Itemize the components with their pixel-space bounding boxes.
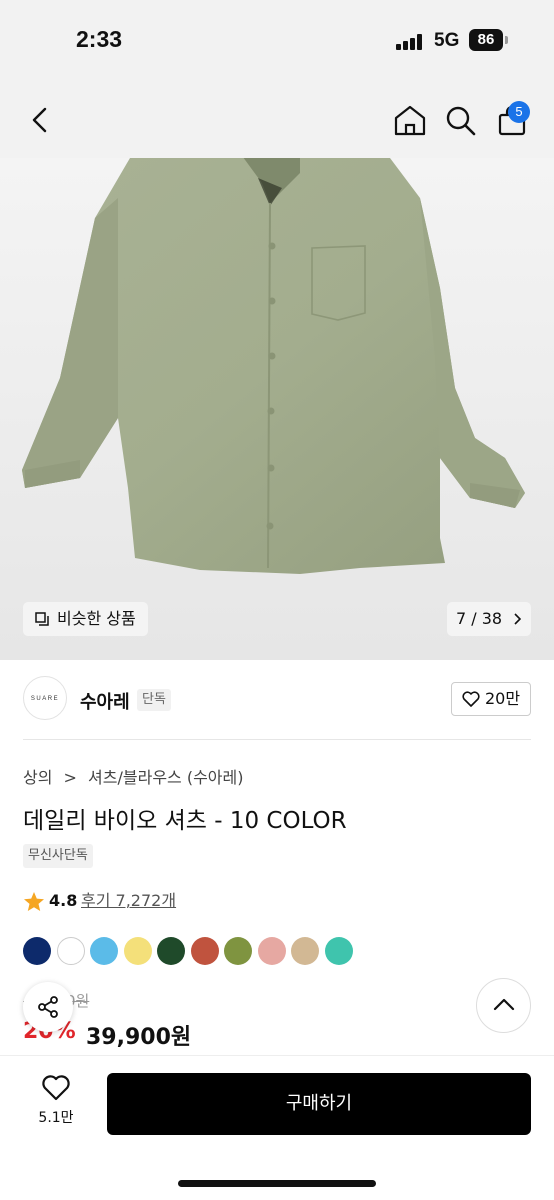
breadcrumb-subcategory[interactable]: 셔츠/블라우스 (수아레): [88, 768, 243, 787]
wishlist-button[interactable]: 5.1만: [30, 1074, 82, 1127]
color-swatch[interactable]: [23, 937, 51, 965]
scroll-top-button[interactable]: [476, 978, 531, 1033]
share-button[interactable]: [23, 982, 73, 1032]
status-time: 2:33: [76, 26, 123, 52]
battery-icon: 86: [469, 29, 503, 51]
color-swatch[interactable]: [324, 937, 353, 965]
cart-count-badge: 5: [508, 101, 530, 123]
home-icon[interactable]: [393, 104, 427, 136]
wishlist-count: 5.1만: [38, 1110, 74, 1126]
battery-tip: [505, 36, 508, 44]
divider: [23, 739, 531, 740]
product-title: 데일리 바이오 셔츠 - 10 COLOR: [23, 808, 347, 834]
color-swatch[interactable]: [123, 937, 152, 965]
color-swatch[interactable]: [291, 937, 319, 965]
breadcrumb-separator: >: [63, 768, 77, 787]
search-icon[interactable]: [445, 105, 477, 137]
chevron-left-icon[interactable]: [28, 106, 50, 134]
buy-button[interactable]: 구매하기: [107, 1073, 531, 1135]
brand-exclusive-tag: 단독: [137, 689, 171, 711]
brand-like-count: 20만: [485, 689, 521, 708]
breadcrumb-category[interactable]: 상의: [23, 768, 52, 787]
review-count-link[interactable]: 후기 7,272개: [81, 890, 176, 912]
color-swatch[interactable]: [56, 937, 85, 965]
shirt-illustration: [22, 158, 525, 574]
heart-icon: [462, 691, 480, 707]
heart-icon: [42, 1075, 70, 1101]
musinsa-exclusive-tag: 무신사단독: [23, 844, 93, 868]
signal-icon: [396, 34, 424, 50]
pager-text: 7 / 38: [456, 609, 503, 628]
sale-price: 39,900원: [86, 1025, 192, 1050]
brand-like-button[interactable]: 20만: [451, 682, 531, 716]
chevron-right-icon: [514, 613, 521, 625]
star-icon: [24, 892, 44, 911]
color-swatch[interactable]: [157, 937, 185, 965]
similar-products-label: 비슷한 상품: [57, 609, 136, 628]
brand-name[interactable]: 수아레: [80, 688, 130, 714]
home-indicator: [178, 1180, 376, 1187]
brand-logo[interactable]: SUARE: [23, 676, 67, 720]
breadcrumb: 상의 > 셔츠/블라우스 (수아레): [23, 764, 250, 788]
status-bar: 2:33 5G 86: [0, 0, 554, 80]
top-nav: [0, 80, 554, 158]
color-swatch[interactable]: [190, 937, 219, 965]
chevron-up-icon: [493, 998, 515, 1011]
rating-score: 4.8: [49, 891, 78, 910]
copy-icon: [35, 612, 49, 626]
similar-products-button[interactable]: 비슷한 상품: [23, 602, 148, 636]
product-image[interactable]: [0, 158, 554, 660]
network-label: 5G: [434, 30, 460, 51]
color-swatch[interactable]: [257, 937, 286, 965]
color-swatch[interactable]: [90, 937, 118, 965]
color-swatch[interactable]: [224, 937, 252, 965]
image-pager[interactable]: 7 / 38: [447, 602, 531, 636]
share-icon: [38, 996, 58, 1018]
